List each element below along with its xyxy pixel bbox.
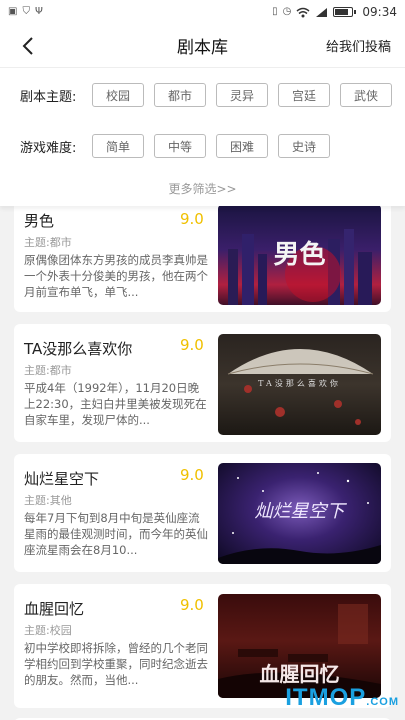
script-cover: 灿烂星空下 [218, 463, 381, 564]
theme-chip[interactable]: 宫廷 [278, 83, 330, 107]
script-score: 9.0 [180, 336, 204, 354]
script-title: 男色 [24, 212, 55, 230]
theme-chips: 校园 都市 灵异 宫廷 武侠 [92, 83, 392, 107]
script-desc: 原偶像团体东方男孩的成员李真帅是一个外表十分俊美的男孩，他在两个月前宣布单飞，单… [24, 253, 208, 299]
status-time: 09:34 [362, 5, 397, 19]
alarm-icon: ◷ [282, 6, 292, 17]
script-title: 灿烂星空下 [24, 470, 100, 488]
script-cover: 男色 [218, 206, 381, 305]
chevron-left-icon [22, 37, 33, 55]
battery-icon [333, 7, 357, 17]
difficulty-chip[interactable]: 困难 [216, 134, 268, 158]
status-left: ▣ ⛉ Ψ [8, 7, 43, 17]
watermark-main: ITMOP [285, 684, 367, 711]
more-filter-button[interactable]: 更多筛选>> [0, 180, 405, 197]
script-cover-title: 灿烂星空下 [254, 501, 345, 522]
status-right: ▯ ◷ 09:34 [272, 5, 397, 19]
watermark-logo: ITMOP.COM [285, 684, 399, 712]
script-desc: 平成4年（1992年），11月20日晚上22:30，主妇白井里美被发现死在自家车… [24, 381, 207, 427]
shield-icon: ⛉ [22, 6, 30, 17]
usb-icon: Ψ [34, 6, 43, 17]
status-bar: ▣ ⛉ Ψ ▯ ◷ 09:34 [0, 0, 405, 24]
gallery-icon: ▣ [8, 6, 18, 17]
theme-filter-label: 剧本主题: [20, 89, 77, 105]
script-score: 9.0 [180, 466, 204, 484]
script-list: 男色 9.0 主题:都市 原偶像团体东方男孩的成员李真帅是一个外表十分俊美的男孩… [0, 206, 405, 720]
difficulty-chip[interactable]: 史诗 [278, 134, 330, 158]
vibrate-icon: ▯ [272, 6, 278, 17]
script-cover-title: TA没那么喜欢你 [258, 379, 341, 388]
difficulty-chips: 简单 中等 困难 史诗 [92, 134, 330, 158]
nav-bar: 剧本库 给我们投稿 [0, 24, 405, 68]
script-theme: 主题:都市 [24, 236, 72, 249]
script-title: TA没那么喜欢你 [24, 340, 133, 358]
theme-chip[interactable]: 武侠 [340, 83, 392, 107]
script-theme: 主题:其他 [24, 494, 72, 507]
submit-script-link[interactable]: 给我们投稿 [326, 36, 391, 55]
back-button[interactable] [14, 32, 42, 60]
script-cover-title: 男色 [273, 240, 326, 270]
script-theme: 主题:都市 [24, 364, 72, 377]
page-title: 剧本库 [177, 38, 228, 58]
script-card[interactable]: TA没那么喜欢你 9.0 主题:都市 平成4年（1992年），11月20日晚上2… [14, 324, 391, 442]
script-score: 9.0 [180, 596, 204, 614]
difficulty-filter-label: 游戏难度: [20, 140, 77, 156]
difficulty-chip[interactable]: 简单 [92, 134, 144, 158]
script-desc: 初中学校即将拆除，曾经的几个老同学相约回到学校重聚，同时纪念逝去的朋友。然而，当… [24, 641, 208, 687]
theme-filter-row: 剧本主题: 校园 都市 灵异 宫廷 武侠 [0, 80, 405, 110]
theme-chip[interactable]: 校园 [92, 83, 144, 107]
script-theme: 主题:校园 [24, 624, 72, 637]
signal-icon [316, 7, 328, 17]
script-title: 血腥回忆 [24, 600, 85, 618]
difficulty-filter-row: 游戏难度: 简单 中等 困难 史诗 [0, 131, 405, 161]
script-desc: 每年7月下旬到8月中旬是英仙座流星雨的最佳观测时间，而今年的英仙座流星雨会在8月… [24, 511, 208, 557]
script-cover: 血腥回忆 [218, 594, 381, 698]
difficulty-chip[interactable]: 中等 [154, 134, 206, 158]
theme-chip[interactable]: 都市 [154, 83, 206, 107]
script-score: 9.0 [180, 210, 204, 228]
script-card[interactable]: 灿烂星空下 9.0 主题:其他 每年7月下旬到8月中旬是英仙座流星雨的最佳观测时… [14, 454, 391, 572]
script-cover-title: 血腥回忆 [259, 662, 340, 686]
wifi-icon [296, 7, 310, 17]
script-card[interactable]: 男色 9.0 主题:都市 原偶像团体东方男孩的成员李真帅是一个外表十分俊美的男孩… [14, 206, 391, 312]
filter-panel: 剧本主题: 校园 都市 灵异 宫廷 武侠 游戏难度: 简单 中等 困难 史诗 更… [0, 68, 405, 206]
script-cover: TA没那么喜欢你 [218, 334, 381, 435]
watermark-suffix: .COM [366, 696, 399, 708]
theme-chip[interactable]: 灵异 [216, 83, 268, 107]
